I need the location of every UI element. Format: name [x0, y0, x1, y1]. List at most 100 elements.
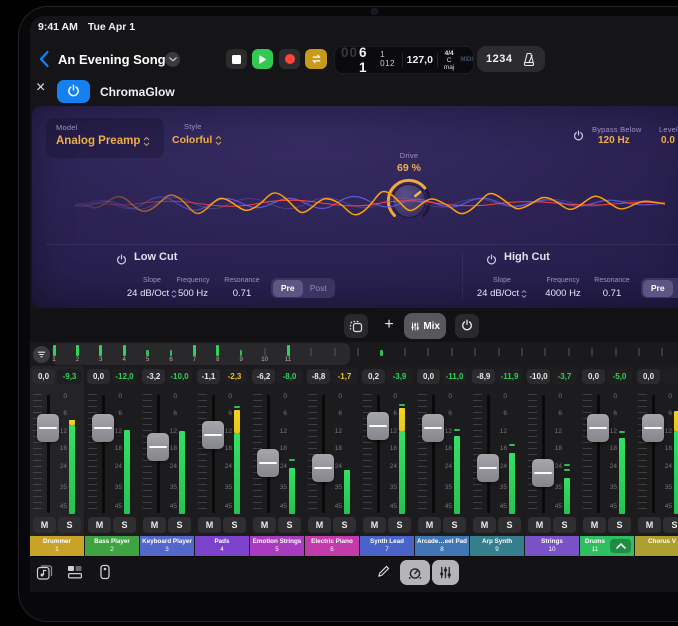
solo-button[interactable]: S [608, 517, 631, 533]
solo-button[interactable]: S [58, 517, 81, 533]
solo-button[interactable]: S [443, 517, 466, 533]
collapse-track-button[interactable] [610, 539, 631, 553]
fader-db-value[interactable]: -3,2 [142, 369, 165, 384]
fader-db-value[interactable]: -8,8 [307, 369, 330, 384]
loop-browser-button[interactable] [36, 563, 54, 581]
peak-db-value[interactable]: -3,7 [552, 369, 577, 384]
level-value[interactable]: 0.0 [661, 135, 675, 146]
peak-db-value[interactable]: -8,0 [277, 369, 302, 384]
fader-handle[interactable] [477, 454, 499, 482]
mute-button[interactable]: M [88, 517, 111, 533]
mute-button[interactable]: M [253, 517, 276, 533]
mute-button[interactable]: M [198, 517, 221, 533]
peak-db-value[interactable]: -11,9 [497, 369, 522, 384]
mute-button[interactable]: M [418, 517, 441, 533]
track-name-label[interactable]: Drummer 1 [30, 536, 84, 556]
track-name-label[interactable]: Arcade…eet Pad 8 [415, 536, 469, 556]
fader-handle[interactable] [147, 433, 169, 461]
track-name-label[interactable]: Emotion Strings 5 [250, 536, 304, 556]
browser-button[interactable] [66, 563, 84, 581]
metronome-icon[interactable] [522, 52, 536, 67]
add-plugin-button[interactable]: + [377, 313, 401, 337]
peak-db-value[interactable]: -11,0 [442, 369, 467, 384]
solo-button[interactable]: S [223, 517, 246, 533]
low-cut-power-icon[interactable] [116, 252, 127, 270]
track-name-label[interactable]: Strings 10 [525, 536, 579, 556]
mixer-view-button[interactable] [432, 560, 459, 585]
fader-db-value[interactable]: 0,0 [87, 369, 110, 384]
fader-db-value[interactable]: -8,9 [472, 369, 495, 384]
bypass-below-value[interactable]: 120 Hz [598, 135, 630, 146]
controller-button[interactable] [96, 563, 114, 581]
stop-button[interactable] [226, 49, 247, 69]
pre-button[interactable]: Pre [643, 280, 674, 297]
close-icon[interactable]: × [36, 80, 45, 96]
track-name-label[interactable]: Keyboard Player 3 [140, 536, 194, 556]
pre-button[interactable]: Pre [273, 280, 304, 297]
fader-db-value[interactable]: 0,0 [32, 369, 55, 384]
resonance-value[interactable]: 0.71 [207, 288, 277, 299]
solo-button[interactable]: S [388, 517, 411, 533]
mute-button[interactable]: M [308, 517, 331, 533]
song-title[interactable]: An Evening Song [58, 52, 166, 67]
peak-db-value[interactable] [662, 369, 678, 384]
fader-db-value[interactable]: 0,0 [637, 369, 660, 384]
fader-handle[interactable] [367, 412, 389, 440]
peak-db-value[interactable]: -10,0 [167, 369, 192, 384]
peak-db-value[interactable]: -9,3 [57, 369, 82, 384]
peak-db-value[interactable]: -3,9 [387, 369, 412, 384]
fader-db-value[interactable]: -1,1 [197, 369, 220, 384]
fader-handle[interactable] [202, 421, 224, 449]
slope-value[interactable]: 24 dB/Oct [467, 288, 537, 299]
solo-button[interactable]: S [553, 517, 576, 533]
fader-handle[interactable] [422, 414, 444, 442]
track-name-label[interactable]: Electric Piano 6 [305, 536, 359, 556]
lcd-display[interactable]: 006 11 012 127,0 4/4 C maj MIDI [334, 46, 474, 74]
track-name-label[interactable]: Arp Synth 9 [470, 536, 524, 556]
record-button[interactable] [279, 49, 300, 69]
play-button[interactable] [252, 49, 273, 69]
mix-view-button[interactable]: Mix [404, 313, 446, 339]
mute-button[interactable]: M [143, 517, 166, 533]
style-selector[interactable]: Style Colorful [172, 122, 222, 146]
controls-view-button[interactable] [400, 560, 430, 585]
count-in-button[interactable]: 1234 [486, 53, 512, 65]
fader-handle[interactable] [642, 414, 664, 442]
fader-db-value[interactable]: -10,0 [527, 369, 550, 384]
track-name-label[interactable]: Drums 11 [580, 536, 634, 556]
track-name-label[interactable]: Bass Player 2 [85, 536, 139, 556]
duplicate-plugin-button[interactable] [344, 314, 368, 338]
peak-db-value[interactable]: -2,3 [222, 369, 247, 384]
resonance-value[interactable]: 0.71 [577, 288, 647, 299]
solo-button[interactable]: S [333, 517, 356, 533]
model-selector[interactable]: Model Analog Preamp [46, 118, 164, 158]
track-name-label[interactable]: Pads 4 [195, 536, 249, 556]
peak-db-value[interactable]: -5,0 [607, 369, 632, 384]
mute-button[interactable]: M [33, 517, 56, 533]
mute-button[interactable]: M [638, 517, 661, 533]
solo-button[interactable]: S [113, 517, 136, 533]
bypass-power-icon[interactable] [573, 128, 584, 146]
fader-db-value[interactable]: 0,0 [582, 369, 605, 384]
fader-handle[interactable] [257, 449, 279, 477]
fader-handle[interactable] [312, 454, 334, 482]
fader-db-value[interactable]: -6,2 [252, 369, 275, 384]
mute-button[interactable]: M [583, 517, 606, 533]
peak-db-value[interactable]: -12,0 [112, 369, 137, 384]
mute-button[interactable]: M [363, 517, 386, 533]
strip-power-button[interactable] [455, 314, 479, 338]
track-name-label[interactable]: Chorus V [635, 536, 678, 556]
plugin-power-toggle[interactable] [57, 80, 90, 103]
mute-button[interactable]: M [528, 517, 551, 533]
fader-handle[interactable] [92, 414, 114, 442]
cycle-button[interactable] [305, 49, 327, 69]
edit-button[interactable] [374, 564, 392, 582]
fader-handle[interactable] [587, 414, 609, 442]
solo-button[interactable]: S [168, 517, 191, 533]
solo-button[interactable]: S [278, 517, 301, 533]
track-name-label[interactable]: Synth Lead 7 [360, 536, 414, 556]
back-icon[interactable] [38, 50, 50, 68]
song-menu-button[interactable] [165, 52, 180, 67]
fader-db-value[interactable]: 0,0 [417, 369, 440, 384]
post-button[interactable]: Post [673, 280, 678, 297]
